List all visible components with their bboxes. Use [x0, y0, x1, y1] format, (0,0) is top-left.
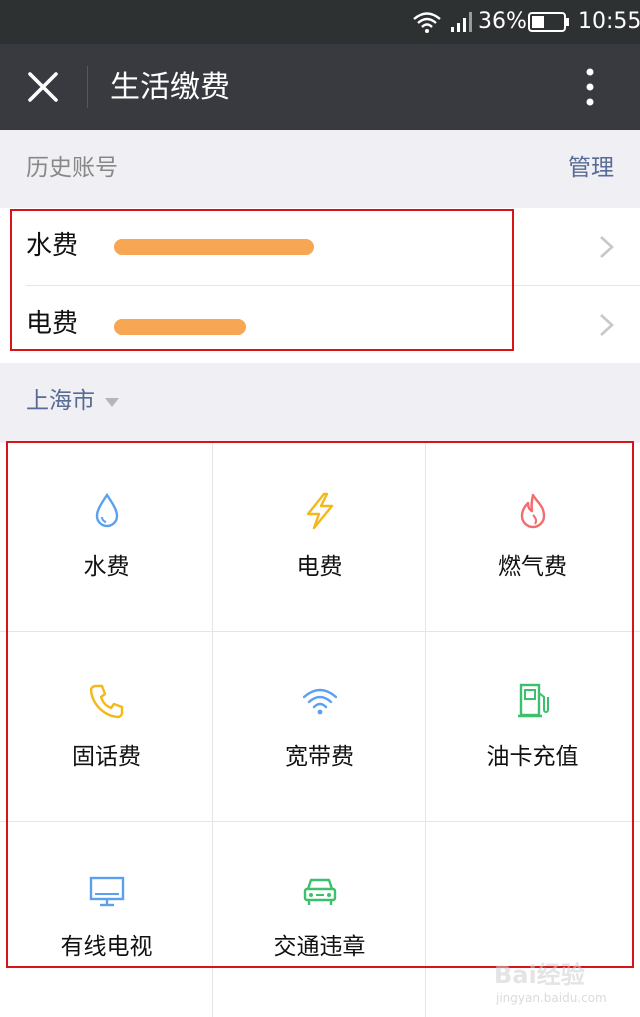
chevron-right-icon: [600, 314, 614, 336]
page-title: 生活缴费: [110, 70, 230, 105]
city-name[interactable]: 上海市: [26, 385, 95, 417]
more-options-icon[interactable]: [574, 66, 606, 108]
highlight-box-services: [6, 441, 634, 968]
highlight-box-accounts: [10, 209, 514, 351]
dropdown-triangle-icon[interactable]: [105, 398, 119, 407]
close-icon[interactable]: [24, 68, 62, 106]
clock-time: 10:55: [578, 9, 640, 34]
city-selector: 上海市: [0, 363, 640, 443]
watermark-brand: Bai经验: [494, 961, 585, 989]
manage-button[interactable]: 管理: [568, 152, 614, 184]
navigation-bar: 生活缴费: [0, 44, 640, 130]
battery-icon: [528, 12, 569, 32]
chevron-right-icon: [600, 236, 614, 258]
battery-percent: 36%: [478, 9, 527, 34]
nav-divider: [87, 66, 88, 108]
history-accounts-header: 历史账号 管理: [0, 130, 640, 208]
wifi-status-icon: [413, 12, 441, 33]
signal-strength-icon: [451, 12, 472, 32]
status-bar: 36% 10:55: [0, 0, 640, 44]
watermark-url: jingyan.baidu.com: [496, 991, 607, 1005]
watermark-logo: Bai经验 jingyan.baidu.com: [494, 960, 634, 1010]
history-accounts-label: 历史账号: [26, 155, 118, 181]
